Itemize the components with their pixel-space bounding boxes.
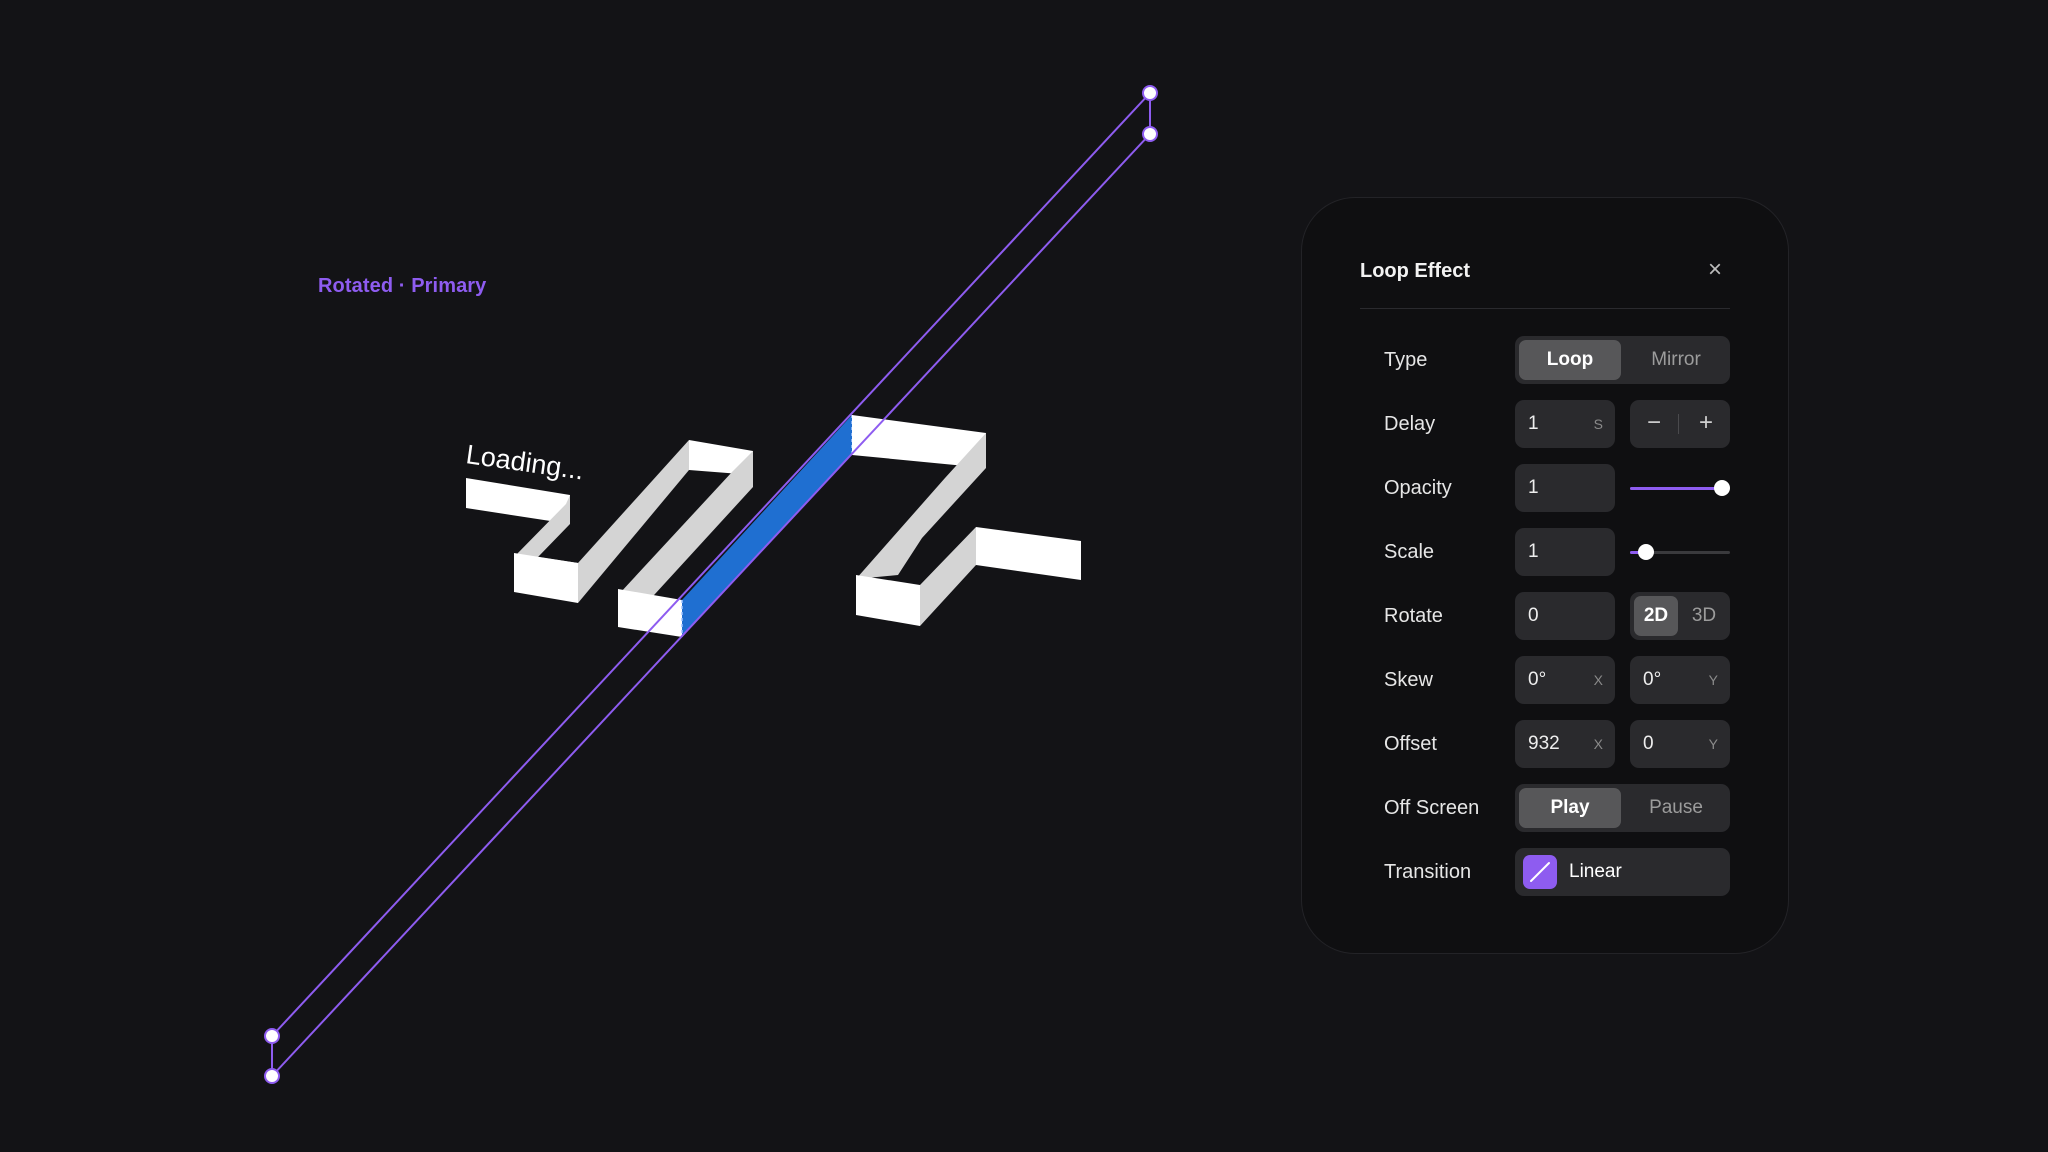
skew-y-value: 0° bbox=[1643, 669, 1662, 690]
delay-row: Delay 1 S − + bbox=[1360, 400, 1730, 448]
loading-text: Loading... bbox=[464, 439, 586, 485]
transition-row: Transition Linear bbox=[1360, 848, 1730, 896]
slider-thumb[interactable] bbox=[1714, 480, 1730, 496]
slider-thumb[interactable] bbox=[1638, 544, 1654, 560]
panel-title: Loop Effect bbox=[1360, 260, 1470, 282]
scale-slider[interactable] bbox=[1630, 528, 1730, 576]
off-screen-label: Off Screen bbox=[1384, 797, 1480, 819]
loading-3d-shape bbox=[466, 415, 1081, 637]
rotate-option-2d[interactable]: 2D bbox=[1634, 596, 1678, 636]
rotate-mode-control: 2D 3D bbox=[1630, 592, 1730, 640]
skew-row: Skew 0° X 0° Y bbox=[1360, 656, 1730, 704]
resize-handle[interactable] bbox=[1142, 85, 1158, 101]
resize-handle[interactable] bbox=[264, 1028, 280, 1044]
skew-x-unit: X bbox=[1593, 672, 1603, 688]
panel-header: Loop Effect × bbox=[1360, 256, 1730, 309]
resize-handle[interactable] bbox=[264, 1068, 280, 1084]
minus-icon[interactable]: − bbox=[1630, 400, 1678, 448]
type-option-loop[interactable]: Loop bbox=[1519, 340, 1621, 380]
skew-y-input[interactable]: 0° Y bbox=[1630, 656, 1730, 704]
slider-fill bbox=[1630, 487, 1722, 490]
delay-label: Delay bbox=[1384, 413, 1436, 435]
opacity-input[interactable]: 1 bbox=[1515, 464, 1615, 512]
offset-x-value: 932 bbox=[1528, 733, 1560, 754]
offset-row: Offset 932 X 0 Y bbox=[1360, 720, 1730, 768]
skew-x-value: 0° bbox=[1528, 669, 1547, 690]
rotate-value: 0 bbox=[1528, 605, 1539, 626]
loop-effect-panel: Loop Effect × Type Loop Mirror Delay 1 S… bbox=[1301, 197, 1789, 954]
delay-unit: S bbox=[1593, 416, 1603, 432]
selection-label: Rotated · Primary bbox=[318, 275, 487, 297]
scale-input[interactable]: 1 bbox=[1515, 528, 1615, 576]
skew-label: Skew bbox=[1384, 669, 1433, 691]
linear-curve-icon bbox=[1523, 855, 1557, 889]
scale-row: Scale 1 bbox=[1360, 528, 1730, 576]
plus-icon[interactable]: + bbox=[1682, 400, 1730, 448]
opacity-row: Opacity 1 bbox=[1360, 464, 1730, 512]
shape-face bbox=[920, 527, 976, 626]
rotate-row: Rotate 0 2D 3D bbox=[1360, 592, 1730, 640]
offset-x-unit: X bbox=[1593, 736, 1603, 752]
offset-y-unit: Y bbox=[1708, 736, 1718, 752]
opacity-slider[interactable] bbox=[1630, 464, 1730, 512]
rotate-label: Rotate bbox=[1384, 605, 1443, 627]
offset-label: Offset bbox=[1384, 733, 1437, 755]
opacity-label: Opacity bbox=[1384, 477, 1452, 499]
offset-y-value: 0 bbox=[1643, 733, 1654, 754]
scale-label: Scale bbox=[1384, 541, 1435, 563]
off-screen-row: Off Screen Play Pause bbox=[1360, 784, 1730, 832]
close-icon[interactable]: × bbox=[1708, 256, 1722, 284]
type-option-mirror[interactable]: Mirror bbox=[1625, 340, 1727, 380]
delay-stepper: − + bbox=[1630, 400, 1730, 448]
offset-y-input[interactable]: 0 Y bbox=[1630, 720, 1730, 768]
off-screen-option-play[interactable]: Play bbox=[1519, 788, 1621, 828]
scale-value: 1 bbox=[1528, 541, 1539, 562]
shape-face bbox=[856, 575, 920, 626]
transition-value: Linear bbox=[1569, 861, 1622, 882]
skew-y-unit: Y bbox=[1708, 672, 1718, 688]
stepper-divider bbox=[1678, 414, 1679, 434]
type-label: Type bbox=[1384, 349, 1428, 371]
transition-select[interactable]: Linear bbox=[1515, 848, 1730, 896]
shape-face bbox=[976, 527, 1081, 580]
transition-label: Transition bbox=[1384, 861, 1472, 883]
type-segmented-control: Loop Mirror bbox=[1515, 336, 1730, 384]
rotate-input[interactable]: 0 bbox=[1515, 592, 1615, 640]
offset-x-input[interactable]: 932 X bbox=[1515, 720, 1615, 768]
off-screen-segmented-control: Play Pause bbox=[1515, 784, 1730, 832]
opacity-value: 1 bbox=[1528, 477, 1539, 498]
delay-input[interactable]: 1 S bbox=[1515, 400, 1615, 448]
resize-handle[interactable] bbox=[1142, 126, 1158, 142]
off-screen-option-pause[interactable]: Pause bbox=[1625, 788, 1727, 828]
delay-value: 1 bbox=[1528, 413, 1539, 434]
skew-x-input[interactable]: 0° X bbox=[1515, 656, 1615, 704]
type-row: Type Loop Mirror bbox=[1360, 336, 1730, 384]
rotate-option-3d[interactable]: 3D bbox=[1682, 596, 1726, 636]
